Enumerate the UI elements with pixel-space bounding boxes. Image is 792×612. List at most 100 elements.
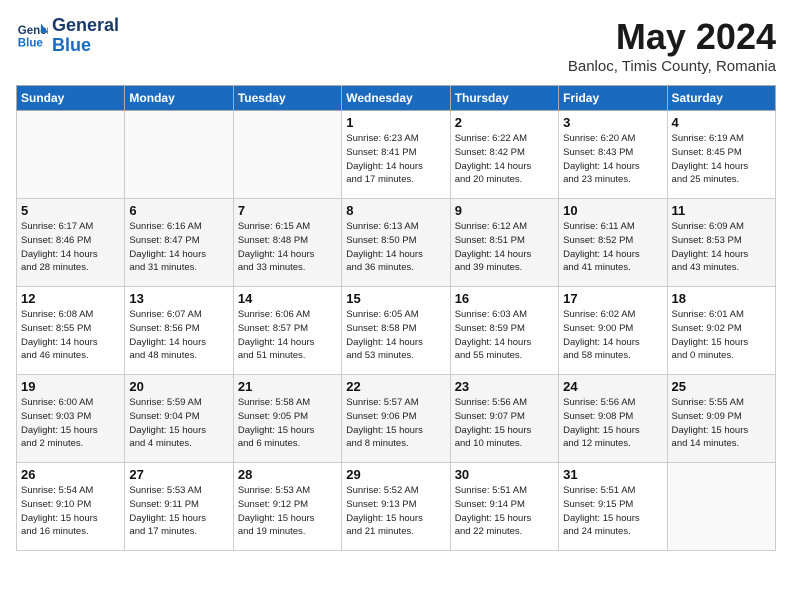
- day-number: 4: [672, 115, 771, 130]
- calendar-cell: 14 Sunrise: 6:06 AM Sunset: 8:57 PM Dayli…: [233, 287, 341, 375]
- day-info: Sunrise: 5:53 AM Sunset: 9:11 PM Dayligh…: [129, 484, 228, 539]
- day-number: 8: [346, 203, 445, 218]
- day-number: 5: [21, 203, 120, 218]
- calendar-cell: 10 Sunrise: 6:11 AM Sunset: 8:52 PM Dayli…: [559, 199, 667, 287]
- day-info: Sunrise: 5:54 AM Sunset: 9:10 PM Dayligh…: [21, 484, 120, 539]
- calendar-cell: 13Sunrise: 6:07 AM Sunset: 8:56 PM Dayli…: [125, 287, 233, 375]
- day-info: Sunrise: 6:00 AM Sunset: 9:03 PM Dayligh…: [21, 396, 120, 451]
- weekday-header-saturday: Saturday: [667, 86, 775, 111]
- day-number: 27: [129, 467, 228, 482]
- day-number: 26: [21, 467, 120, 482]
- calendar-cell: 4 Sunrise: 6:19 AM Sunset: 8:45 PM Daylig…: [667, 111, 775, 199]
- day-info: Sunrise: 6:11 AM Sunset: 8:52 PM Dayligh…: [563, 220, 662, 275]
- day-info: Sunrise: 5:51 AM Sunset: 9:15 PM Dayligh…: [563, 484, 662, 539]
- day-info: Sunrise: 6:03 AM Sunset: 8:59 PM Dayligh…: [455, 308, 554, 363]
- logo-text: General Blue: [52, 16, 119, 56]
- day-number: 29: [346, 467, 445, 482]
- calendar-cell: 1 Sunrise: 6:23 AM Sunset: 8:41 PM Daylig…: [342, 111, 450, 199]
- day-number: 13: [129, 291, 228, 306]
- day-number: 10: [563, 203, 662, 218]
- page-header: General Blue General Blue May 2024 Banlo…: [16, 16, 776, 75]
- weekday-header-thursday: Thursday: [450, 86, 558, 111]
- day-number: 19: [21, 379, 120, 394]
- day-info: Sunrise: 5:53 AM Sunset: 9:12 PM Dayligh…: [238, 484, 337, 539]
- calendar-cell: 9 Sunrise: 6:12 AM Sunset: 8:51 PM Daylig…: [450, 199, 558, 287]
- day-info: Sunrise: 5:55 AM Sunset: 9:09 PM Dayligh…: [672, 396, 771, 451]
- day-info: Sunrise: 6:22 AM Sunset: 8:42 PM Dayligh…: [455, 132, 554, 187]
- calendar-cell: 8Sunrise: 6:13 AM Sunset: 8:50 PM Daylig…: [342, 199, 450, 287]
- day-number: 28: [238, 467, 337, 482]
- calendar-cell: 2Sunrise: 6:22 AM Sunset: 8:42 PM Daylig…: [450, 111, 558, 199]
- calendar-cell: 3Sunrise: 6:20 AM Sunset: 8:43 PM Daylig…: [559, 111, 667, 199]
- calendar-table: SundayMondayTuesdayWednesdayThursdayFrid…: [16, 85, 776, 551]
- day-number: 11: [672, 203, 771, 218]
- day-number: 24: [563, 379, 662, 394]
- calendar-cell: 31 Sunrise: 5:51 AM Sunset: 9:15 PM Dayli…: [559, 463, 667, 551]
- day-number: 6: [129, 203, 228, 218]
- calendar-cell: 21 Sunrise: 5:58 AM Sunset: 9:05 PM Dayli…: [233, 375, 341, 463]
- day-info: Sunrise: 6:02 AM Sunset: 9:00 PM Dayligh…: [563, 308, 662, 363]
- day-number: 17: [563, 291, 662, 306]
- calendar-cell: 29 Sunrise: 5:52 AM Sunset: 9:13 PM Dayli…: [342, 463, 450, 551]
- weekday-header-sunday: Sunday: [17, 86, 125, 111]
- logo-icon: General Blue: [16, 20, 48, 52]
- day-info: Sunrise: 6:17 AM Sunset: 8:46 PM Dayligh…: [21, 220, 120, 275]
- calendar-cell: [667, 463, 775, 551]
- calendar-cell: 17 Sunrise: 6:02 AM Sunset: 9:00 PM Dayli…: [559, 287, 667, 375]
- calendar-cell: 19 Sunrise: 6:00 AM Sunset: 9:03 PM Dayli…: [17, 375, 125, 463]
- weekday-header-tuesday: Tuesday: [233, 86, 341, 111]
- calendar-cell: 22 Sunrise: 5:57 AM Sunset: 9:06 PM Dayli…: [342, 375, 450, 463]
- calendar-cell: 18 Sunrise: 6:01 AM Sunset: 9:02 PM Dayli…: [667, 287, 775, 375]
- calendar-week-row: 12 Sunrise: 6:08 AM Sunset: 8:55 PM Dayli…: [17, 287, 776, 375]
- calendar-cell: 27 Sunrise: 5:53 AM Sunset: 9:11 PM Dayli…: [125, 463, 233, 551]
- title-block: May 2024 Banloc, Timis County, Romania: [568, 16, 776, 75]
- day-number: 7: [238, 203, 337, 218]
- day-info: Sunrise: 6:12 AM Sunset: 8:51 PM Dayligh…: [455, 220, 554, 275]
- calendar-cell: [125, 111, 233, 199]
- day-number: 23: [455, 379, 554, 394]
- day-info: Sunrise: 5:56 AM Sunset: 9:08 PM Dayligh…: [563, 396, 662, 451]
- day-number: 30: [455, 467, 554, 482]
- day-info: Sunrise: 5:52 AM Sunset: 9:13 PM Dayligh…: [346, 484, 445, 539]
- day-number: 14: [238, 291, 337, 306]
- day-number: 20: [129, 379, 228, 394]
- day-number: 12: [21, 291, 120, 306]
- weekday-header-row: SundayMondayTuesdayWednesdayThursdayFrid…: [17, 86, 776, 111]
- day-info: Sunrise: 6:20 AM Sunset: 8:43 PM Dayligh…: [563, 132, 662, 187]
- weekday-header-friday: Friday: [559, 86, 667, 111]
- calendar-cell: 5 Sunrise: 6:17 AM Sunset: 8:46 PM Daylig…: [17, 199, 125, 287]
- calendar-cell: 12 Sunrise: 6:08 AM Sunset: 8:55 PM Dayli…: [17, 287, 125, 375]
- day-info: Sunrise: 6:05 AM Sunset: 8:58 PM Dayligh…: [346, 308, 445, 363]
- svg-text:Blue: Blue: [18, 37, 44, 49]
- day-number: 21: [238, 379, 337, 394]
- calendar-cell: 25Sunrise: 5:55 AM Sunset: 9:09 PM Dayli…: [667, 375, 775, 463]
- month-title: May 2024: [568, 16, 776, 58]
- day-info: Sunrise: 6:08 AM Sunset: 8:55 PM Dayligh…: [21, 308, 120, 363]
- calendar-cell: 20 Sunrise: 5:59 AM Sunset: 9:04 PM Dayli…: [125, 375, 233, 463]
- calendar-cell: 11 Sunrise: 6:09 AM Sunset: 8:53 PM Dayli…: [667, 199, 775, 287]
- day-info: Sunrise: 6:09 AM Sunset: 8:53 PM Dayligh…: [672, 220, 771, 275]
- day-number: 18: [672, 291, 771, 306]
- day-number: 22: [346, 379, 445, 394]
- day-number: 9: [455, 203, 554, 218]
- day-info: Sunrise: 6:23 AM Sunset: 8:41 PM Dayligh…: [346, 132, 445, 187]
- location-title: Banloc, Timis County, Romania: [568, 58, 776, 75]
- logo: General Blue General Blue: [16, 16, 119, 56]
- day-info: Sunrise: 6:06 AM Sunset: 8:57 PM Dayligh…: [238, 308, 337, 363]
- day-number: 15: [346, 291, 445, 306]
- day-number: 1: [346, 115, 445, 130]
- weekday-header-wednesday: Wednesday: [342, 86, 450, 111]
- calendar-week-row: 1 Sunrise: 6:23 AM Sunset: 8:41 PM Daylig…: [17, 111, 776, 199]
- calendar-week-row: 5 Sunrise: 6:17 AM Sunset: 8:46 PM Daylig…: [17, 199, 776, 287]
- day-number: 31: [563, 467, 662, 482]
- day-info: Sunrise: 5:56 AM Sunset: 9:07 PM Dayligh…: [455, 396, 554, 451]
- day-info: Sunrise: 6:19 AM Sunset: 8:45 PM Dayligh…: [672, 132, 771, 187]
- calendar-cell: 7Sunrise: 6:15 AM Sunset: 8:48 PM Daylig…: [233, 199, 341, 287]
- calendar-week-row: 19 Sunrise: 6:00 AM Sunset: 9:03 PM Dayli…: [17, 375, 776, 463]
- day-info: Sunrise: 5:59 AM Sunset: 9:04 PM Dayligh…: [129, 396, 228, 451]
- day-info: Sunrise: 6:01 AM Sunset: 9:02 PM Dayligh…: [672, 308, 771, 363]
- day-info: Sunrise: 5:58 AM Sunset: 9:05 PM Dayligh…: [238, 396, 337, 451]
- calendar-cell: 28 Sunrise: 5:53 AM Sunset: 9:12 PM Dayli…: [233, 463, 341, 551]
- day-info: Sunrise: 5:57 AM Sunset: 9:06 PM Dayligh…: [346, 396, 445, 451]
- calendar-week-row: 26 Sunrise: 5:54 AM Sunset: 9:10 PM Dayli…: [17, 463, 776, 551]
